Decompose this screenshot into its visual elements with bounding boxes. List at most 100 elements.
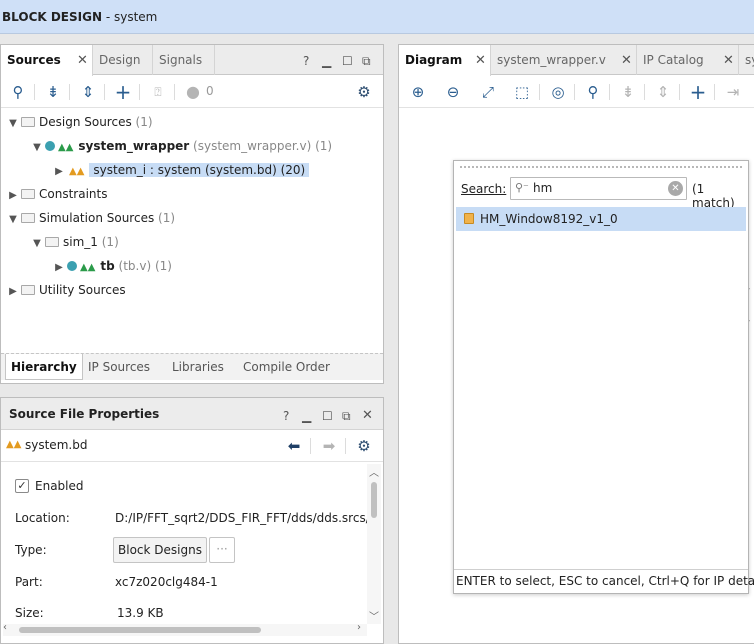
tab-libraries[interactable]: Libraries [167,354,229,380]
sources-view-tabs: Hierarchy IP Sources Libraries Compile O… [1,353,383,380]
add-ip-icon[interactable]: + [689,82,707,102]
result-label: HM_Window8192_v1_0 [480,212,618,226]
scrollbar-thumb[interactable] [371,482,377,518]
zoom-out-icon[interactable]: ⊖ [444,83,462,101]
chevron-right-icon[interactable]: ▶ [53,161,65,183]
gear-icon[interactable]: ⚙ [355,437,373,455]
close-icon[interactable]: ✕ [621,53,632,68]
zoom-in-icon[interactable]: ⊕ [409,83,427,101]
expand-all-icon[interactable]: ⇕ [79,83,97,101]
type-value-button[interactable]: Block Designs [113,537,207,563]
toolbar-divider [34,84,35,100]
ip-search-field[interactable]: ⚲⁻ hm ✕ [510,177,687,200]
help-doc-icon[interactable]: ⍰ [149,83,167,101]
float-icon[interactable]: ⧉ [342,409,351,424]
help-icon[interactable]: ? [283,409,289,423]
more-options-button[interactable]: ··· [209,537,235,563]
match-count: (1 match) [692,182,735,210]
add-sources-icon[interactable]: + [114,82,132,102]
tree-label: Simulation Sources [39,211,155,225]
tree-count: (1) [101,235,119,249]
enabled-checkbox[interactable]: ✓ [15,479,29,493]
tree-label: tb [100,259,115,273]
scroll-left-icon[interactable]: ‹ [3,622,7,633]
collapse-all-icon[interactable]: ⇟ [619,83,637,101]
auto-connect-icon[interactable]: ◎ [549,83,567,101]
collapse-all-icon[interactable]: ⇟ [44,83,62,101]
scrollbar-thumb[interactable] [19,627,261,633]
tab-hierarchy[interactable]: Hierarchy [5,354,83,380]
clear-search-icon[interactable]: ✕ [668,181,683,196]
tree-item-system-wrapper[interactable]: ▼ ▲▲ system_wrapper (system_wrapper.v) (1) [31,135,332,157]
zoom-area-icon[interactable]: ⬚ [513,83,531,101]
vertical-scrollbar[interactable]: ︿ ﹀ [367,464,381,624]
gear-icon[interactable]: ⚙ [355,83,373,101]
part-value: xc7z020clg484-1 [115,575,218,589]
app-title: BLOCK DESIGN [2,10,103,24]
toolbar-divider [539,84,540,100]
sources-panel: Sources ✕ Design Signals ? ▁ ☐ ⧉ ⚲ ⇟ ⇕ +… [0,44,384,384]
chevron-right-icon[interactable]: ▶ [7,281,19,303]
tab-signals[interactable]: Signals [153,45,215,75]
folder-icon [21,189,35,199]
horizontal-scrollbar[interactable]: ‹ › [3,622,367,636]
help-icon[interactable]: ? [303,54,309,68]
run-connection-icon[interactable]: ⇥ [724,83,742,101]
zoom-fit-icon[interactable]: ⤢ [479,83,497,101]
tab-design[interactable]: Design [93,45,153,75]
search-input[interactable]: hm [533,181,552,195]
expand-all-icon[interactable]: ⇕ [654,83,672,101]
scroll-right-icon[interactable]: › [357,622,361,633]
tree-item-system-i[interactable]: ▶ ▲▲ system_i : system (system.bd) (20) [53,159,310,183]
close-icon[interactable]: ✕ [362,408,373,423]
scroll-down-icon[interactable]: ﹀ [369,608,379,623]
tree-item-sim-1[interactable]: ▼ sim_1 (1) [31,231,119,253]
back-arrow-icon[interactable]: ⬅ [285,437,303,455]
float-icon[interactable]: ⧉ [362,54,371,69]
tree-item-simulation-sources[interactable]: ▼ Simulation Sources (1) [7,207,175,229]
tab-overflow[interactable]: sy [739,45,754,75]
chevron-right-icon[interactable]: ▶ [7,185,19,207]
search-icon[interactable]: ⚲ [584,83,602,101]
tree-item-design-sources[interactable]: ▼ Design Sources (1) [7,111,153,135]
maximize-icon[interactable]: ☐ [342,54,353,68]
tree-item-utility-sources[interactable]: ▶ Utility Sources [7,279,125,303]
toolbar-divider [345,438,346,454]
forward-arrow-icon[interactable]: ➡ [320,437,338,455]
search-icon: ⚲⁻ [515,181,529,194]
list-item[interactable]: HM_Window8192_v1_0 [456,207,746,231]
close-icon[interactable]: ✕ [475,53,486,68]
tree-label: Design Sources [39,115,132,129]
tree-item-constraints[interactable]: ▶ Constraints [7,183,107,205]
minimize-icon[interactable]: ▁ [302,409,311,423]
chevron-down-icon[interactable]: ▼ [7,113,19,135]
tab-compile-order[interactable]: Compile Order [238,354,335,380]
tab-signals-label: Signals [159,53,203,67]
window-title-bar: BLOCK DESIGN - system [0,0,754,34]
chevron-right-icon[interactable]: ▶ [53,257,65,279]
maximize-icon[interactable]: ☐ [322,409,333,423]
diagram-toolbar: ⊕ ⊖ ⤢ ⬚ ◎ ⚲ ⇟ ⇕ + ⇥ [399,76,754,108]
status-count: 0 [206,84,214,98]
drag-handle[interactable] [460,166,742,169]
tab-sources-label: Sources [7,53,61,67]
tab-system-wrapper[interactable]: system_wrapper.v ✕ [491,45,637,75]
close-icon[interactable]: ✕ [77,53,88,68]
tree-count: (1) [135,115,153,129]
tab-diagram[interactable]: Diagram ✕ [399,45,491,76]
tab-ip-catalog[interactable]: IP Catalog ✕ [637,45,739,75]
minimize-icon[interactable]: ▁ [322,54,331,68]
chevron-down-icon[interactable]: ▼ [7,209,19,231]
enabled-label: Enabled [35,479,84,493]
chevron-down-icon[interactable]: ▼ [31,137,43,159]
tab-ip-sources[interactable]: IP Sources [83,354,155,380]
tab-sources[interactable]: Sources ✕ [1,45,93,76]
search-icon[interactable]: ⚲ [9,83,27,101]
close-icon[interactable]: ✕ [723,53,734,68]
part-label: Part: [15,575,43,589]
top-module-icon [67,261,77,271]
location-value: D:/IP/FFT_sqrt2/DDS_FIR_FFT/dds/dds.srcs… [115,511,369,525]
scroll-up-icon[interactable]: ︿ [369,464,379,479]
chevron-down-icon[interactable]: ▼ [31,233,43,255]
tree-item-tb[interactable]: ▶ ▲▲ tb (tb.v) (1) [53,255,172,277]
